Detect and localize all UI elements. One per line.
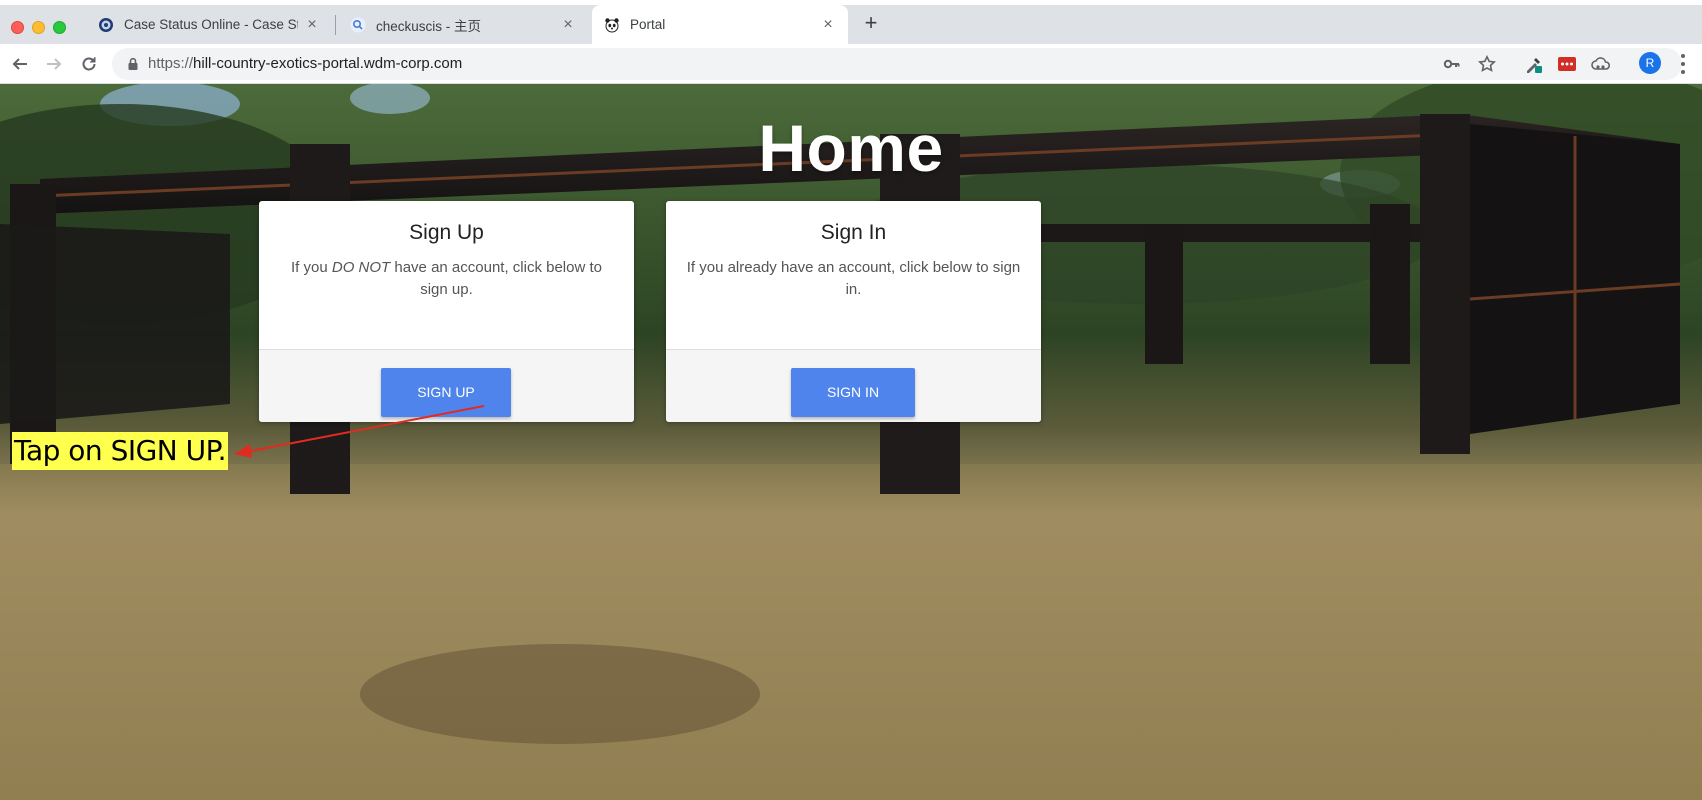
tab-separator (335, 15, 336, 35)
signup-desc-suffix: have an account, click below to sign up. (390, 259, 602, 298)
new-tab-button[interactable]: + (860, 12, 882, 34)
signup-description: If you DO NOT have an account, click bel… (279, 257, 614, 301)
sign-up-button[interactable]: SIGN UP (381, 368, 511, 417)
tab-title: Portal (630, 17, 666, 32)
tab-title: checkuscis - 主页 (376, 18, 482, 34)
signin-heading: Sign In (820, 221, 887, 244)
key-icon[interactable] (1441, 53, 1463, 75)
instruction-callout: Tap on SIGN UP. (12, 432, 229, 470)
lock-icon (126, 57, 140, 71)
close-tab-icon[interactable]: × (304, 16, 320, 33)
signup-desc-prefix: If you (291, 259, 332, 276)
uscis-seal-icon (98, 17, 114, 33)
signin-card: Sign In If you already have an account, … (666, 201, 1041, 422)
signin-description: If you already have an account, click be… (686, 259, 1021, 298)
close-window-button[interactable] (11, 21, 24, 34)
browser-tab-checkuscis[interactable]: checkuscis - 主页 × (338, 5, 588, 44)
close-tab-icon[interactable]: × (820, 16, 836, 33)
browser-tab-case-status[interactable]: Case Status Online - Case Stat × (86, 5, 332, 44)
panda-icon (604, 17, 620, 33)
tab-title: Case Status Online - Case Stat (124, 17, 298, 32)
profile-avatar[interactable]: R (1639, 52, 1661, 74)
reload-icon[interactable] (77, 52, 101, 76)
url-host: hill-country-exotics-portal.wdm-corp.com (193, 55, 463, 72)
portal-page: Home Sign Up If you DO NOT have an accou… (0, 84, 1702, 800)
maximize-window-button[interactable] (53, 21, 66, 34)
sign-in-button[interactable]: SIGN IN (791, 368, 915, 417)
signin-card-footer: SIGN IN (666, 349, 1041, 422)
signup-card-footer: SIGN UP (259, 349, 634, 422)
browser-menu-icon[interactable] (1680, 54, 1686, 74)
signup-desc-emphasis: DO NOT (331, 259, 391, 276)
url-text: https://hill-country-exotics-portal.wdm-… (148, 55, 462, 72)
search-icon (350, 17, 366, 33)
background-photo (0, 84, 1702, 800)
signup-heading: Sign Up (409, 221, 484, 244)
minimize-window-button[interactable] (32, 21, 45, 34)
forward-arrow-icon[interactable] (42, 52, 66, 76)
page-title: Home (758, 111, 944, 185)
signup-card: Sign Up If you DO NOT have an account, c… (259, 201, 634, 422)
browser-tab-portal[interactable]: Portal × (592, 5, 848, 44)
back-arrow-icon[interactable] (8, 52, 32, 76)
url-scheme: https:// (148, 55, 194, 72)
lastpass-icon[interactable] (1556, 53, 1578, 75)
instruction-arrow (234, 405, 485, 458)
browser-toolbar: https://hill-country-exotics-portal.wdm-… (0, 44, 1702, 84)
close-tab-icon[interactable]: × (560, 16, 576, 33)
star-icon[interactable] (1476, 53, 1498, 75)
cloud-icon[interactable] (1590, 53, 1612, 75)
eyedropper-icon[interactable] (1523, 53, 1545, 75)
